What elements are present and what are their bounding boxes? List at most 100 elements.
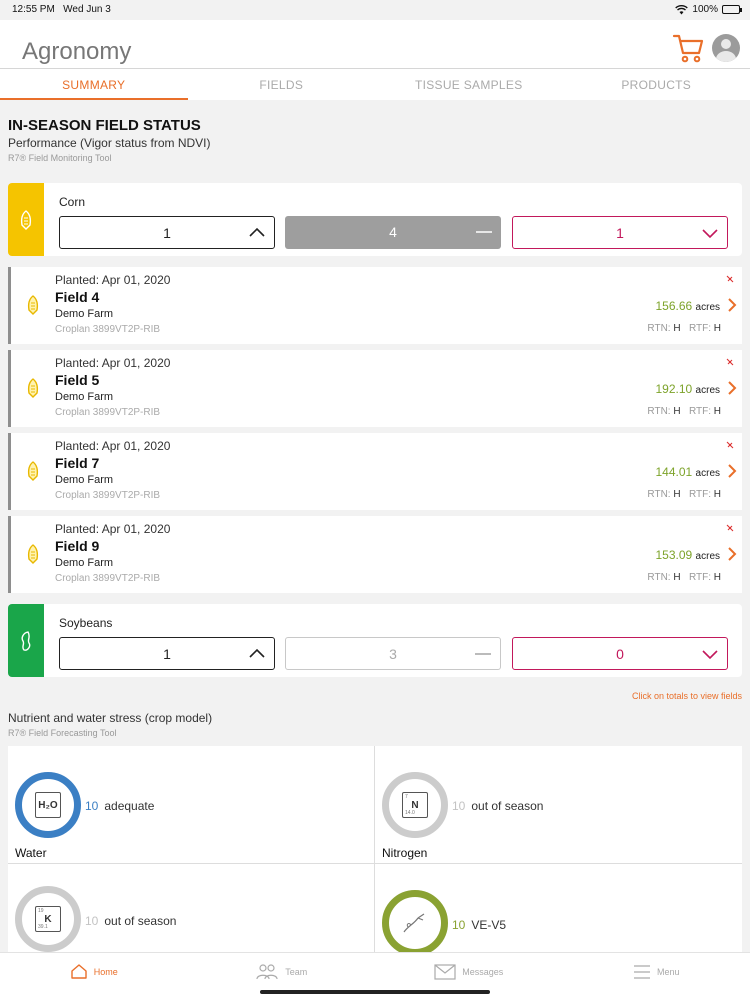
rt-status: RTN: H RTF: H bbox=[647, 406, 721, 417]
cart-icon[interactable] bbox=[672, 32, 704, 64]
nutrient-cell-growth-stage[interactable]: 10 VE-V5 bbox=[375, 864, 742, 956]
wifi-icon bbox=[675, 4, 689, 14]
satellite-off-icon bbox=[726, 524, 734, 532]
nutrient-count: 10 bbox=[452, 799, 466, 813]
nutrient-count: 10 bbox=[85, 914, 99, 928]
nutrient-tool-label: R7® Field Forecasting Tool bbox=[8, 728, 117, 738]
vigor-up-total[interactable]: 1 bbox=[59, 216, 275, 249]
chevron-up-icon bbox=[249, 227, 265, 237]
hybrid-name: Croplan 3899VT2P-RIB bbox=[55, 490, 161, 501]
user-avatar-icon[interactable] bbox=[712, 34, 740, 62]
tab-summary[interactable]: SUMMARY bbox=[0, 69, 188, 100]
field-card-field-7[interactable]: Planted: Apr 01, 2020 Field 7 Demo Farm … bbox=[8, 433, 742, 510]
soybean-crop-strip bbox=[8, 604, 44, 677]
click-totals-hint: Click on totals to view fields bbox=[631, 691, 742, 701]
nutrient-count: 10 bbox=[452, 918, 466, 932]
tab-fields[interactable]: FIELDS bbox=[188, 69, 376, 100]
field-acres: 144.01 acres bbox=[655, 465, 721, 479]
hybrid-name: Croplan 3899VT2P-RIB bbox=[55, 573, 161, 584]
growth-stage-icon bbox=[403, 913, 425, 933]
field-name: Field 5 bbox=[55, 372, 100, 388]
tab-bar: SUMMARY FIELDS TISSUE SAMPLES PRODUCTS bbox=[0, 68, 750, 100]
nitrogen-ring: 7 N 14.0 bbox=[382, 772, 448, 838]
dash-icon bbox=[476, 231, 492, 233]
vigor-flat-total[interactable]: 4 bbox=[285, 216, 501, 249]
planted-date: Planted: Apr 01, 2020 bbox=[55, 522, 171, 536]
hybrid-name: Croplan 3899VT2P-RIB bbox=[55, 324, 161, 335]
corn-icon bbox=[27, 544, 39, 564]
vigor-down-total[interactable]: 0 bbox=[512, 637, 728, 670]
nutrient-grid: H₂O 10 adequate Water 7 N 14.0 10 out of sea… bbox=[8, 746, 742, 956]
battery-percent: 100% bbox=[692, 4, 718, 15]
field-card-field-4[interactable]: Planted: Apr 01, 2020 Field 4 Demo Farm … bbox=[8, 267, 742, 344]
water-element-icon: H₂O bbox=[35, 792, 61, 818]
vigor-up-total[interactable]: 1 bbox=[59, 637, 275, 670]
rt-status: RTN: H RTF: H bbox=[647, 572, 721, 583]
chevron-down-icon bbox=[702, 229, 718, 239]
hybrid-name: Croplan 3899VT2P-RIB bbox=[55, 407, 161, 418]
vigor-down-total[interactable]: 1 bbox=[512, 216, 728, 249]
dash-icon bbox=[475, 653, 491, 655]
app-header: Agronomy bbox=[0, 20, 750, 68]
satellite-off-icon bbox=[726, 358, 734, 366]
potassium-element-icon: 19 K 39.1 bbox=[35, 906, 61, 932]
corn-icon bbox=[27, 378, 39, 398]
satellite-off-icon bbox=[726, 441, 734, 449]
nutrient-status: adequate bbox=[104, 799, 155, 813]
field-card-field-5[interactable]: Planted: Apr 01, 2020 Field 5 Demo Farm … bbox=[8, 350, 742, 427]
field-name: Field 9 bbox=[55, 538, 100, 554]
crop-name: Corn bbox=[59, 195, 86, 209]
section-title: IN-SEASON FIELD STATUS bbox=[8, 117, 201, 134]
farm-name: Demo Farm bbox=[55, 308, 114, 320]
rt-status: RTN: H RTF: H bbox=[647, 323, 721, 334]
chevron-down-icon bbox=[702, 650, 718, 660]
status-date: Wed Jun 3 bbox=[63, 4, 111, 15]
field-acres: 192.10 acres bbox=[655, 382, 721, 396]
chevron-right-icon bbox=[728, 298, 737, 312]
nav-home[interactable]: Home bbox=[0, 953, 188, 1000]
farm-name: Demo Farm bbox=[55, 557, 114, 569]
field-card-field-9[interactable]: Planted: Apr 01, 2020 Field 9 Demo Farm … bbox=[8, 516, 742, 593]
rt-status: RTN: H RTF: H bbox=[647, 489, 721, 500]
planted-date: Planted: Apr 01, 2020 bbox=[55, 439, 171, 453]
potassium-ring: 19 K 39.1 bbox=[15, 886, 81, 952]
nutrient-cell-potassium[interactable]: 19 K 39.1 10 out of season bbox=[8, 864, 375, 956]
field-name: Field 7 bbox=[55, 455, 100, 471]
vigor-flat-total[interactable]: 3 bbox=[285, 637, 501, 670]
app-title: Agronomy bbox=[22, 38, 132, 65]
corn-icon bbox=[20, 209, 32, 230]
nutrient-section-title: Nutrient and water stress (crop model) bbox=[8, 711, 213, 725]
corn-crop-strip bbox=[8, 183, 44, 256]
tab-products[interactable]: PRODUCTS bbox=[563, 69, 750, 100]
crop-card-corn: Corn 1 4 1 bbox=[8, 183, 742, 256]
chevron-right-icon bbox=[728, 547, 737, 561]
nutrient-cell-nitrogen[interactable]: 7 N 14.0 10 out of season Nitrogen bbox=[375, 746, 742, 864]
nutrient-name: Nitrogen bbox=[382, 846, 428, 860]
tab-tissue-samples[interactable]: TISSUE SAMPLES bbox=[375, 69, 563, 100]
team-icon bbox=[256, 964, 278, 980]
chevron-right-icon bbox=[728, 381, 737, 395]
field-acres: 156.66 acres bbox=[655, 299, 721, 313]
farm-name: Demo Farm bbox=[55, 391, 114, 403]
section-tool-label: R7® Field Monitoring Tool bbox=[8, 153, 112, 163]
messages-icon bbox=[434, 963, 456, 980]
field-name: Field 4 bbox=[55, 289, 100, 305]
home-icon bbox=[71, 964, 87, 979]
planted-date: Planted: Apr 01, 2020 bbox=[55, 356, 171, 370]
nutrient-cell-water[interactable]: H₂O 10 adequate Water bbox=[8, 746, 375, 864]
home-indicator bbox=[260, 990, 490, 994]
nutrient-status: VE-V5 bbox=[471, 918, 507, 932]
nav-menu[interactable]: Menu bbox=[563, 953, 750, 1000]
planted-date: Planted: Apr 01, 2020 bbox=[55, 273, 171, 287]
status-time: 12:55 PM Wed Jun 3 bbox=[12, 4, 111, 15]
farm-name: Demo Farm bbox=[55, 474, 114, 486]
crop-card-soybeans: Soybeans 1 3 0 bbox=[8, 604, 742, 677]
nutrient-count: 10 bbox=[85, 799, 99, 813]
satellite-off-icon bbox=[726, 275, 734, 283]
field-acres: 153.09 acres bbox=[655, 548, 721, 562]
crop-name: Soybeans bbox=[59, 616, 113, 630]
corn-icon bbox=[27, 295, 39, 315]
status-bar: 12:55 PM Wed Jun 3 100% bbox=[0, 0, 750, 20]
chevron-right-icon bbox=[728, 464, 737, 478]
water-ring: H₂O bbox=[15, 772, 81, 838]
